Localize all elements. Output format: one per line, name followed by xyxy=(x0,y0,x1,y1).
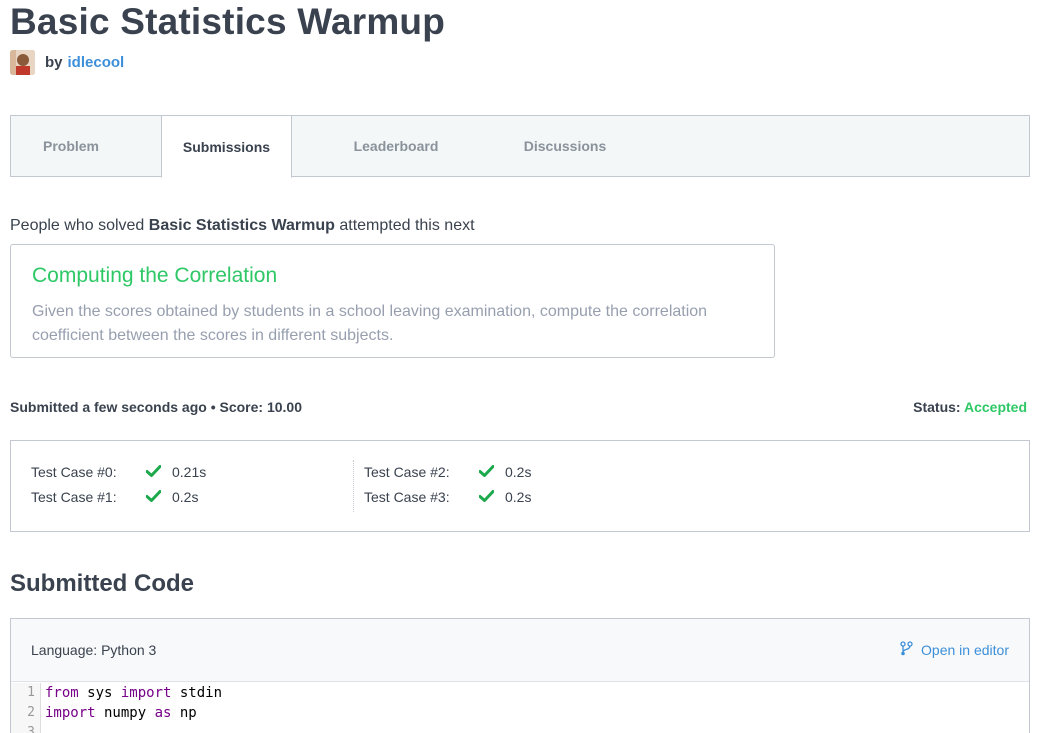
intro-suffix: attempted this next xyxy=(339,217,475,234)
code-token: sys xyxy=(78,685,121,701)
recommended-problem-title[interactable]: Computing the Correlation xyxy=(32,264,277,288)
recommended-problem-card[interactable]: Computing the Correlation Given the scor… xyxy=(10,244,775,358)
test-case-time: 0.2s xyxy=(172,489,199,505)
author-byline: by idlecool xyxy=(10,49,124,75)
code-text: from sys import stdin xyxy=(41,685,222,701)
code-line: 2 import numpy as np xyxy=(11,703,1029,723)
status-label: Status: xyxy=(913,399,961,415)
open-in-editor-button[interactable]: Open in editor xyxy=(900,641,1009,659)
submission-status: Status: Accepted xyxy=(913,399,1027,415)
tab-discussions[interactable]: Discussions xyxy=(501,115,629,177)
code-keyword: import xyxy=(120,685,172,701)
test-case-label: Test Case #0: xyxy=(31,464,117,480)
code-editor[interactable]: 1 from sys import stdin 2 import numpy a… xyxy=(11,683,1029,733)
check-icon xyxy=(478,489,505,505)
test-case-time: 0.2s xyxy=(505,489,532,505)
intro-problem: Basic Statistics Warmup xyxy=(148,217,335,234)
test-case-row: Test Case #2: 0.2s xyxy=(364,462,531,482)
test-case-results: Test Case #0: 0.21s Test Case #1: 0.2s T… xyxy=(10,440,1030,532)
check-icon xyxy=(145,489,172,505)
tab-submissions[interactable]: Submissions xyxy=(161,115,292,178)
check-icon xyxy=(145,464,172,480)
open-in-editor-label[interactable]: Open in editor xyxy=(921,642,1009,658)
recommended-problem-description: Given the scores obtained by students in… xyxy=(32,303,708,344)
code-keyword: import xyxy=(45,705,96,721)
line-number: 1 xyxy=(11,683,41,703)
test-case-label: Test Case #1: xyxy=(31,489,117,505)
test-case-row: Test Case #0: 0.21s xyxy=(31,462,206,482)
test-case-time: 0.21s xyxy=(172,464,207,480)
check-icon xyxy=(478,464,505,480)
submitted-code-heading: Submitted Code xyxy=(10,570,194,597)
test-case-row: Test Case #1: 0.2s xyxy=(31,487,198,507)
avatar[interactable] xyxy=(10,49,35,75)
next-problem-intro: People who solved Basic Statistics Warmu… xyxy=(10,217,475,235)
submission-meta: Submitted a few seconds ago • Score: 10.… xyxy=(10,399,302,415)
status-value: Accepted xyxy=(963,399,1027,415)
intro-prefix: People who solved xyxy=(10,217,145,234)
code-token: np xyxy=(171,705,197,721)
line-number: 2 xyxy=(11,703,41,723)
test-case-label: Test Case #2: xyxy=(364,464,450,480)
test-case-label: Test Case #3: xyxy=(364,489,450,505)
tab-leaderboard[interactable]: Leaderboard xyxy=(331,115,461,177)
tab-problem[interactable]: Problem xyxy=(11,115,131,177)
code-token: numpy xyxy=(95,705,155,721)
line-number: 3 xyxy=(11,723,41,733)
tab-bar: Problem Submissions Leaderboard Discussi… xyxy=(10,115,1030,178)
code-keyword: from xyxy=(45,685,79,701)
fork-icon xyxy=(900,641,921,659)
code-panel-header: Language: Python 3 Open in editor xyxy=(11,619,1029,682)
page-title: Basic Statistics Warmup xyxy=(10,1,446,42)
language-label: Language: Python 3 xyxy=(31,642,157,658)
test-case-time: 0.2s xyxy=(505,464,532,480)
author-link[interactable]: idlecool xyxy=(68,54,125,71)
code-panel: Language: Python 3 Open in editor 1 from… xyxy=(10,618,1030,733)
test-case-row: Test Case #3: 0.2s xyxy=(364,487,531,507)
code-line: 3 xyxy=(11,723,1029,733)
test-case-divider xyxy=(353,460,354,512)
code-text: import numpy as np xyxy=(41,705,197,721)
code-line: 1 from sys import stdin xyxy=(11,683,1029,703)
code-keyword: as xyxy=(154,705,172,721)
by-label: by xyxy=(45,53,63,71)
code-token: stdin xyxy=(171,685,223,701)
